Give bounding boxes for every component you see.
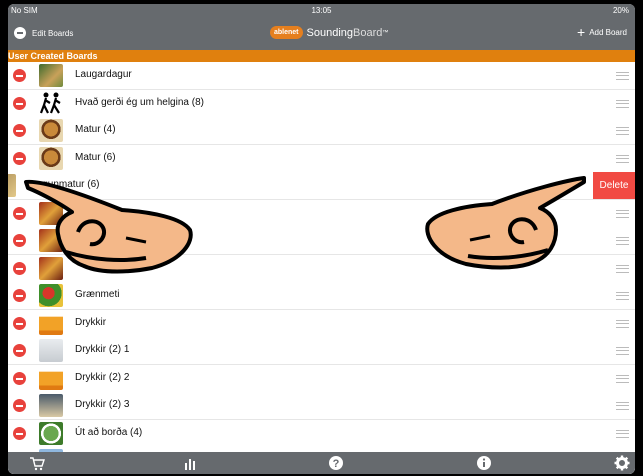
remove-circle-icon[interactable] (13, 151, 26, 165)
add-board-label: Add Board (589, 27, 627, 37)
plus-icon: + (577, 24, 586, 40)
brand-badge: ablenet (270, 26, 303, 39)
milk-photo (39, 339, 63, 362)
remove-circle-icon[interactable] (13, 316, 26, 330)
board-name: Grænmeti (75, 289, 120, 300)
remove-circle-icon[interactable] (13, 289, 26, 302)
add-board-button[interactable]: + Add Board (577, 24, 627, 40)
status-bar: No SIM 13:05 20% (8, 4, 635, 18)
board-name: Laugardagur (75, 69, 132, 80)
board-name: Matur (4) (75, 124, 116, 135)
reorder-grip-icon[interactable] (616, 237, 629, 245)
list-item[interactable]: Laugardagur (8, 62, 635, 90)
cart-icon[interactable] (29, 455, 45, 471)
list-item[interactable]: Hvað gerði ég um helgina (8) (8, 89, 635, 118)
clock-text: 13:05 (311, 6, 332, 15)
breakfast-photo (8, 174, 16, 197)
walking-figures-icon (39, 91, 63, 115)
juice-photo (39, 366, 63, 390)
burger-photo (39, 146, 63, 170)
battery-text: 20% (612, 6, 629, 15)
board-name: Matur (6) (75, 151, 116, 163)
help-icon[interactable]: ? (328, 455, 344, 471)
reorder-grip-icon[interactable] (616, 264, 629, 273)
stats-icon[interactable] (183, 455, 199, 471)
reorder-grip-icon[interactable] (616, 154, 629, 163)
burger-photo (39, 119, 63, 142)
info-icon[interactable] (476, 455, 492, 471)
remove-circle-icon[interactable] (13, 399, 26, 412)
settings-icon[interactable] (614, 455, 630, 471)
reorder-grip-icon[interactable] (616, 402, 629, 410)
list-item[interactable]: Drykkir (2) 1 (8, 337, 635, 365)
remove-circle-icon[interactable] (13, 69, 26, 82)
app-logo: ablenet Sounding Board ™ (270, 26, 388, 39)
tab-bar: ? (8, 452, 635, 474)
svg-text:?: ? (333, 458, 340, 470)
reorder-grip-icon[interactable] (616, 374, 629, 383)
list-item[interactable]: Út að borða (4) (8, 419, 635, 448)
vegetables-photo (39, 284, 63, 307)
reorder-grip-icon[interactable] (616, 347, 629, 355)
delete-button[interactable]: Delete (593, 172, 635, 199)
brand-word-2: Board (353, 26, 383, 39)
reorder-grip-icon[interactable] (616, 319, 629, 328)
edit-boards-button[interactable]: Edit Boards (14, 27, 73, 39)
remove-circle-icon[interactable] (13, 344, 26, 357)
reorder-grip-icon[interactable] (616, 72, 629, 80)
restaurant-logo (39, 421, 63, 445)
juice-photo (39, 311, 63, 335)
reorder-grip-icon[interactable] (616, 99, 629, 108)
list-item[interactable]: Matur (4) (8, 117, 635, 145)
pointing-hand-left-icon (24, 179, 193, 274)
remove-circle-icon[interactable] (13, 371, 26, 385)
playground-photo (39, 64, 63, 87)
board-name: Drykkir (2) 3 (75, 399, 130, 410)
reorder-grip-icon[interactable] (616, 127, 629, 135)
list-item[interactable]: Drykkir (8, 309, 635, 338)
edit-boards-label: Edit Boards (32, 28, 74, 38)
board-name: Út að borða (4) (75, 426, 143, 438)
pointing-hand-right-icon (425, 176, 586, 270)
list-item[interactable]: Drykkir (2) 2 (8, 364, 635, 393)
board-name: Drykkir (2) 1 (75, 344, 130, 355)
remove-circle-icon[interactable] (13, 96, 26, 110)
remove-circle-icon[interactable] (13, 124, 26, 137)
board-name: Drykkir (75, 316, 107, 328)
remove-circle-icon[interactable] (13, 426, 26, 440)
minus-circle-icon (14, 27, 26, 39)
section-header: User Created Boards (8, 50, 635, 62)
brand-tm: ™ (382, 29, 389, 36)
board-name: Hvað gerði ég um helgina (8) (75, 96, 204, 108)
board-name: Drykkir (2) 2 (75, 371, 130, 383)
list-item[interactable]: Drykkir (2) 3 (8, 392, 635, 420)
reorder-grip-icon[interactable] (616, 429, 629, 438)
brand-word-1: Sounding (306, 26, 354, 39)
nav-bar: Edit Boards ablenet Sounding Board ™ + Add… (8, 18, 635, 50)
drink-photo (39, 394, 63, 417)
reorder-grip-icon[interactable] (616, 209, 629, 218)
list-item[interactable]: Grænmeti (8, 282, 635, 310)
reorder-grip-icon[interactable] (616, 292, 629, 300)
